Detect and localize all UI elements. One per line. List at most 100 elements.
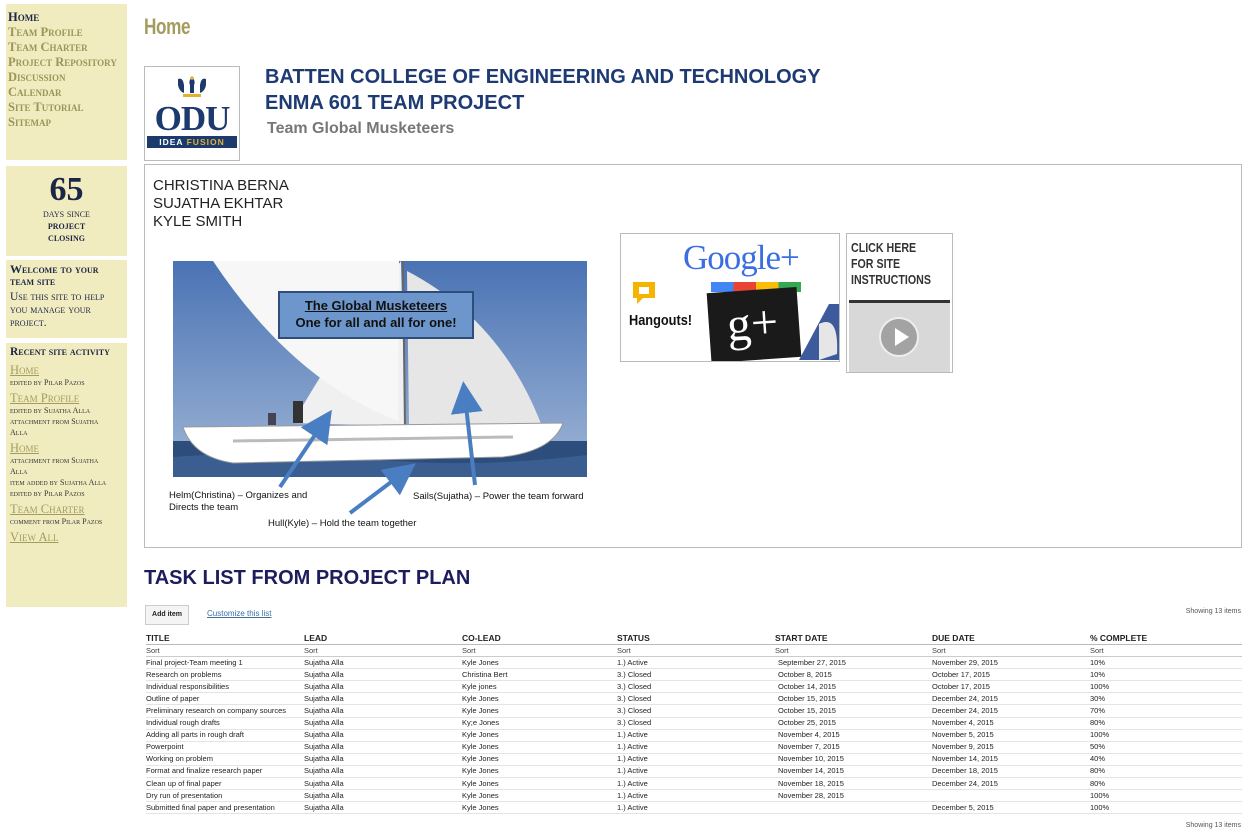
cell-start-date: November 4, 2015 — [775, 729, 932, 742]
recent-link-home[interactable]: Home — [10, 364, 123, 377]
cell-colead: Ky;e Jones — [462, 717, 617, 730]
logo-tagline: IDEA FUSION — [147, 136, 237, 148]
col-header-title[interactable]: TITLE — [146, 631, 304, 645]
nav-team-profile[interactable]: Team Profile — [6, 25, 127, 40]
video-thumbnail — [849, 300, 950, 372]
customize-list-link[interactable]: Customize this list — [207, 609, 271, 618]
cell-start-date: November 7, 2015 — [775, 741, 932, 754]
nav-site-tutorial[interactable]: Site Tutorial — [6, 100, 127, 115]
cell-title[interactable]: Format and finalize research paper — [146, 765, 304, 779]
cell-colead: Christina Bert — [462, 668, 617, 682]
col-header-percent-complete[interactable]: % COMPLETE — [1090, 631, 1242, 645]
view-all-link[interactable]: View All — [10, 531, 123, 544]
google-hangouts-tile[interactable]: Google+ g+ Hangouts! — [620, 233, 840, 362]
cell-due-date: November 14, 2015 — [932, 753, 1090, 766]
cell-title[interactable]: Outline of paper — [146, 692, 304, 706]
cell-percent-complete: 80% — [1090, 765, 1242, 779]
project-label: project — [47, 220, 86, 232]
cell-title[interactable]: Individual rough drafts — [146, 717, 304, 730]
task-row[interactable]: Clean up of final paper Sujatha Alla Kyle … — [146, 777, 1242, 791]
cell-status: 1.) Active — [617, 753, 775, 766]
days-count: 65 — [49, 171, 84, 208]
sort-control[interactable]: Sort — [1090, 644, 1242, 658]
col-header-lead[interactable]: LEAD — [304, 631, 462, 645]
cell-lead: Sujatha Alla — [304, 704, 462, 718]
task-row[interactable]: Outline of paper Sujatha Alla Kyle Jones 3.… — [146, 692, 1242, 706]
cell-due-date: November 5, 2015 — [932, 729, 1090, 742]
cell-colead: Kyle Jones — [462, 692, 617, 706]
cell-due-date — [932, 789, 1090, 803]
cell-start-date: November 28, 2015 — [775, 789, 932, 803]
task-row[interactable]: Research on problems Sujatha Alla Christin… — [146, 668, 1242, 682]
sort-control[interactable]: Sort — [304, 644, 462, 658]
task-row[interactable]: Working on problem Sujatha Alla Kyle Jones… — [146, 753, 1242, 766]
cell-start-date: November 14, 2015 — [775, 765, 932, 779]
task-row[interactable]: Format and finalize research paper Sujath… — [146, 765, 1242, 779]
cell-lead: Sujatha Alla — [304, 741, 462, 754]
nav-project-repository[interactable]: Project Repository — [6, 55, 127, 70]
recent-link-home-2[interactable]: Home — [10, 442, 123, 455]
cell-title[interactable]: Powerpoint — [146, 741, 304, 754]
cell-colead: Kyle Jones — [462, 729, 617, 742]
sort-control[interactable]: Sort — [146, 644, 304, 658]
college-heading: BATTEN COLLEGE OF ENGINEERING AND TECHNO… — [265, 66, 821, 88]
cell-title[interactable]: Clean up of final paper — [146, 777, 304, 791]
recent-link-team-profile[interactable]: Team Profile — [10, 392, 123, 405]
col-header-due-date[interactable]: DUE DATE — [932, 631, 1090, 645]
cell-title[interactable]: Research on problems — [146, 668, 304, 682]
task-row[interactable]: Submitted final paper and presentation Su… — [146, 801, 1242, 815]
col-header-status[interactable]: STATUS — [617, 631, 775, 645]
cell-title[interactable]: Final project-Team meeting 1 — [146, 656, 304, 670]
col-header-colead[interactable]: CO-LEAD — [462, 631, 617, 645]
cell-percent-complete: 70% — [1090, 704, 1242, 718]
activity-note: attachment from Sujatha — [10, 417, 99, 426]
cell-status: 1.) Active — [617, 777, 775, 791]
sort-control[interactable]: Sort — [932, 644, 1090, 658]
nav-home[interactable]: Home — [6, 10, 127, 25]
task-row[interactable]: Powerpoint Sujatha Alla Kyle Jones 1.) Acti… — [146, 741, 1242, 754]
cell-colead: Kyle Jones — [462, 741, 617, 754]
add-item-button[interactable]: Add item — [145, 605, 189, 625]
cell-colead: Kyle Jones — [462, 789, 617, 803]
task-row[interactable]: Final project-Team meeting 1 Sujatha Alla… — [146, 656, 1242, 670]
sort-control[interactable]: Sort — [617, 644, 775, 658]
sort-row: Sort Sort Sort Sort Sort Sort Sort — [146, 644, 1242, 658]
cell-title[interactable]: Working on problem — [146, 753, 304, 766]
activity-note: edited by Sujatha Alla — [10, 406, 91, 415]
cell-percent-complete: 80% — [1090, 717, 1242, 730]
cell-start-date: October 15, 2015 — [775, 704, 932, 718]
cell-colead: Kyle jones — [462, 680, 617, 694]
nav-calendar[interactable]: Calendar — [6, 85, 127, 100]
nav-discussion[interactable]: Discussion — [6, 70, 127, 85]
cell-due-date: November 4, 2015 — [932, 717, 1090, 730]
cell-start-date: November 10, 2015 — [775, 753, 932, 766]
task-row[interactable]: Dry run of presentation Sujatha Alla Kyle … — [146, 789, 1242, 803]
recent-link-team-charter[interactable]: Team Charter — [10, 503, 123, 516]
cell-lead: Sujatha Alla — [304, 777, 462, 791]
cell-due-date: December 24, 2015 — [932, 704, 1090, 718]
nav-sitemap[interactable]: Sitemap — [6, 115, 127, 130]
site-instructions-tile[interactable]: CLICK HERE FOR SITE INSTRUCTIONS — [846, 233, 953, 373]
cell-status: 1.) Active — [617, 741, 775, 754]
col-header-start-date[interactable]: START DATE — [775, 631, 932, 645]
task-row[interactable]: Individual responsibilities Sujatha Alla K… — [146, 680, 1242, 694]
task-row[interactable]: Preliminary research on company sources S… — [146, 704, 1242, 718]
cell-title[interactable]: Dry run of presentation — [146, 789, 304, 803]
cell-title[interactable]: Preliminary research on company sources — [146, 704, 304, 718]
activity-note: comment from Pilar Pazos — [10, 517, 103, 526]
nav-team-charter[interactable]: Team Charter — [6, 40, 127, 55]
sort-control[interactable]: Sort — [462, 644, 617, 658]
days-counter: 65 days since project closing — [6, 166, 127, 256]
team-name: Team Global Musketeers — [267, 120, 455, 137]
sort-control[interactable]: Sort — [775, 644, 932, 658]
task-row[interactable]: Individual rough drafts Sujatha Alla Ky;e … — [146, 717, 1242, 730]
tutorial-line: CLICK HERE — [851, 240, 917, 255]
cell-title[interactable]: Adding all parts in rough draft — [146, 729, 304, 742]
cell-start-date — [775, 801, 932, 815]
cell-title[interactable]: Submitted final paper and presentation — [146, 801, 304, 815]
task-list-title: TASK LIST FROM PROJECT PLAN — [144, 567, 471, 589]
cell-title[interactable]: Individual responsibilities — [146, 680, 304, 694]
task-row[interactable]: Adding all parts in rough draft Sujatha A… — [146, 729, 1242, 742]
cell-lead: Sujatha Alla — [304, 680, 462, 694]
cell-status: 1.) Active — [617, 765, 775, 779]
